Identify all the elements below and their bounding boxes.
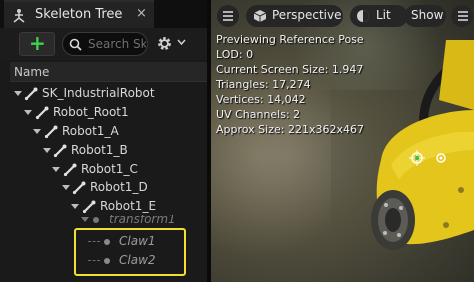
tab-title: Skeleton Tree	[35, 7, 123, 22]
search-input[interactable]: Search Sk	[62, 32, 148, 56]
close-icon[interactable]: ×	[136, 6, 147, 21]
search-placeholder: Search Sk	[88, 37, 146, 51]
skeleton-tree-panel: Skeleton Tree × + Search Sk Name SK_Indu…	[0, 0, 207, 282]
tree-row-label: Robot1_D	[90, 180, 148, 194]
tree-row-label: Robot1_E	[100, 199, 157, 213]
stat-line: Previewing Reference Pose	[216, 33, 364, 46]
expand-arrow-icon[interactable]	[14, 91, 22, 96]
plus-icon: +	[29, 31, 46, 55]
add-button[interactable]: +	[19, 31, 55, 56]
tree-toolbar: + Search Sk	[0, 28, 207, 60]
stat-line: Current Screen Size: 1.947	[216, 63, 364, 76]
expand-arrow-icon[interactable]	[71, 204, 79, 209]
viewport-stats-overlay: Previewing Reference Pose LOD: 0 Current…	[216, 32, 364, 137]
tree-row[interactable]: transform1	[0, 215, 207, 227]
show-label: Show	[411, 8, 444, 22]
show-button[interactable]: Show	[404, 5, 446, 27]
viewport-menu-button[interactable]	[217, 5, 239, 27]
bone-icon	[24, 87, 38, 101]
cube-icon	[253, 10, 267, 22]
tree-row-label: transform1	[109, 215, 176, 226]
tree-row-label: Robot1_B	[71, 143, 128, 157]
tree-row-label: Robot1_C	[81, 162, 138, 176]
bone-icon	[44, 125, 58, 139]
skeleton-tree-icon	[13, 9, 25, 23]
hamburger-icon	[458, 11, 468, 21]
lighting-icon	[357, 10, 369, 22]
perspective-button[interactable]: Perspective	[246, 5, 343, 27]
expand-arrow-icon[interactable]	[24, 110, 32, 115]
tree-row[interactable]: Robot1_E	[0, 198, 207, 216]
bone-icon	[63, 163, 77, 177]
tab-bar: Skeleton Tree ×	[0, 0, 207, 28]
column-header-name: Name	[14, 65, 50, 79]
viewport-options-button[interactable]	[451, 5, 473, 27]
expand-arrow-icon[interactable]	[33, 129, 41, 134]
tab-skeleton-tree[interactable]: Skeleton Tree ×	[4, 0, 154, 28]
tree-row[interactable]: Robot1_B	[0, 142, 207, 160]
bone-icon	[82, 200, 96, 214]
robot-mesh-image	[371, 40, 474, 250]
search-icon	[69, 38, 82, 51]
bone-icon	[53, 144, 67, 158]
expand-arrow-icon[interactable]	[81, 217, 89, 222]
expand-arrow-icon[interactable]	[62, 185, 70, 190]
bone-icon	[72, 181, 86, 195]
highlight-box	[74, 228, 186, 276]
perspective-label: Perspective	[272, 8, 342, 22]
bone-icon	[35, 106, 49, 120]
preview-viewport[interactable]: Perspective Lit Show Previewing Referenc…	[211, 0, 474, 282]
tree-row[interactable]: Robot1_D	[0, 179, 207, 197]
stat-line: Triangles: 17,274	[216, 78, 311, 91]
tree-row[interactable]: SK_IndustrialRobot	[0, 85, 207, 103]
stat-line: Approx Size: 221x362x467	[216, 123, 364, 136]
stat-line: UV Channels: 2	[216, 108, 301, 121]
tree-row[interactable]: Robot1_A	[0, 123, 207, 141]
column-header[interactable]: Name	[10, 62, 207, 82]
stat-line: LOD: 0	[216, 48, 254, 61]
tree-row-label: SK_IndustrialRobot	[42, 86, 155, 100]
hamburger-icon	[223, 11, 233, 21]
lit-button[interactable]: Lit	[350, 5, 408, 27]
tree-row[interactable]: Robot_Root1	[0, 104, 207, 122]
socket-dot-icon	[93, 217, 99, 223]
tree-row-label: Robot_Root1	[53, 105, 129, 119]
expand-arrow-icon[interactable]	[43, 148, 51, 153]
tree-row-label: Robot1_A	[62, 124, 119, 138]
gear-icon[interactable]	[156, 35, 173, 52]
lit-label: Lit	[376, 8, 391, 22]
stat-line: Vertices: 14,042	[216, 93, 306, 106]
tree-row[interactable]: Robot1_C	[0, 161, 207, 179]
expand-arrow-icon[interactable]	[52, 167, 60, 172]
chevron-down-icon[interactable]	[177, 39, 186, 46]
